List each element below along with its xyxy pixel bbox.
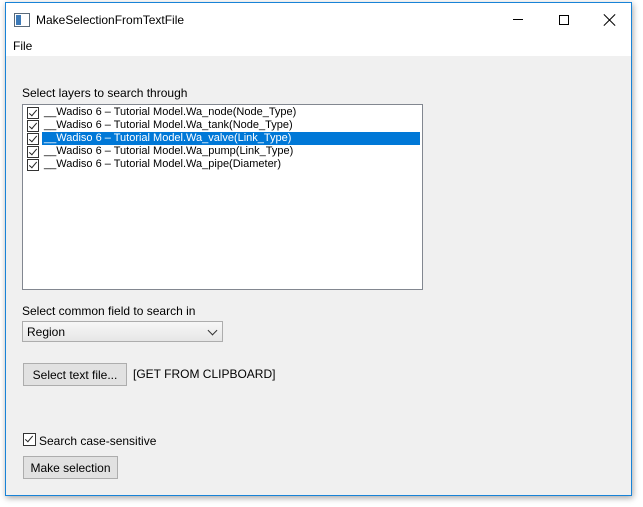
field-label: Select common field to search in bbox=[22, 304, 196, 318]
checkmark-icon bbox=[28, 120, 38, 130]
main-window: MakeSelectionFromTextFile File Select la… bbox=[5, 2, 632, 496]
checkmark-icon bbox=[28, 159, 38, 169]
make-selection-button[interactable]: Make selection bbox=[23, 456, 118, 479]
layer-checkbox[interactable] bbox=[27, 133, 39, 145]
maximize-icon bbox=[559, 14, 569, 25]
checkmark-icon bbox=[28, 146, 38, 156]
minimize-button[interactable] bbox=[495, 3, 541, 36]
case-sensitive-checkbox[interactable] bbox=[23, 433, 36, 446]
layers-label: Select layers to search through bbox=[22, 86, 188, 100]
layer-item[interactable]: __Wadiso 6 – Tutorial Model.Wa_pipe(Diam… bbox=[25, 158, 421, 172]
checkmark-icon bbox=[28, 107, 38, 117]
case-sensitive-label[interactable]: Search case-sensitive bbox=[39, 434, 156, 448]
close-button[interactable] bbox=[587, 3, 631, 36]
field-dropdown[interactable]: Region bbox=[22, 321, 223, 342]
menu-file[interactable]: File bbox=[13, 39, 32, 53]
layer-checkbox[interactable] bbox=[27, 107, 39, 119]
layer-checkbox[interactable] bbox=[27, 146, 39, 158]
layer-list[interactable]: __Wadiso 6 – Tutorial Model.Wa_node(Node… bbox=[22, 104, 423, 290]
menu-bar: File bbox=[6, 36, 631, 56]
layer-item-label: __Wadiso 6 – Tutorial Model.Wa_tank(Node… bbox=[44, 119, 293, 131]
close-icon bbox=[604, 14, 616, 26]
field-dropdown-value: Region bbox=[27, 325, 66, 339]
layer-checkbox[interactable] bbox=[27, 120, 39, 132]
checkmark-icon bbox=[28, 133, 38, 143]
layer-item-label: __Wadiso 6 – Tutorial Model.Wa_valve(Lin… bbox=[42, 132, 420, 145]
layer-item-label: __Wadiso 6 – Tutorial Model.Wa_node(Node… bbox=[44, 106, 297, 118]
window-title: MakeSelectionFromTextFile bbox=[36, 13, 185, 27]
minimize-icon bbox=[513, 19, 523, 20]
checkmark-icon bbox=[24, 433, 34, 443]
layer-checkbox[interactable] bbox=[27, 159, 39, 171]
maximize-button[interactable] bbox=[541, 3, 587, 36]
text-source-label: [GET FROM CLIPBOARD] bbox=[133, 367, 276, 381]
title-bar[interactable]: MakeSelectionFromTextFile bbox=[6, 3, 631, 36]
app-icon bbox=[14, 13, 30, 27]
layer-item-label: __Wadiso 6 – Tutorial Model.Wa_pump(Link… bbox=[44, 145, 294, 157]
chevron-down-icon bbox=[207, 325, 218, 336]
layer-item-label: __Wadiso 6 – Tutorial Model.Wa_pipe(Diam… bbox=[44, 158, 282, 170]
select-text-file-button[interactable]: Select text file... bbox=[23, 363, 127, 386]
